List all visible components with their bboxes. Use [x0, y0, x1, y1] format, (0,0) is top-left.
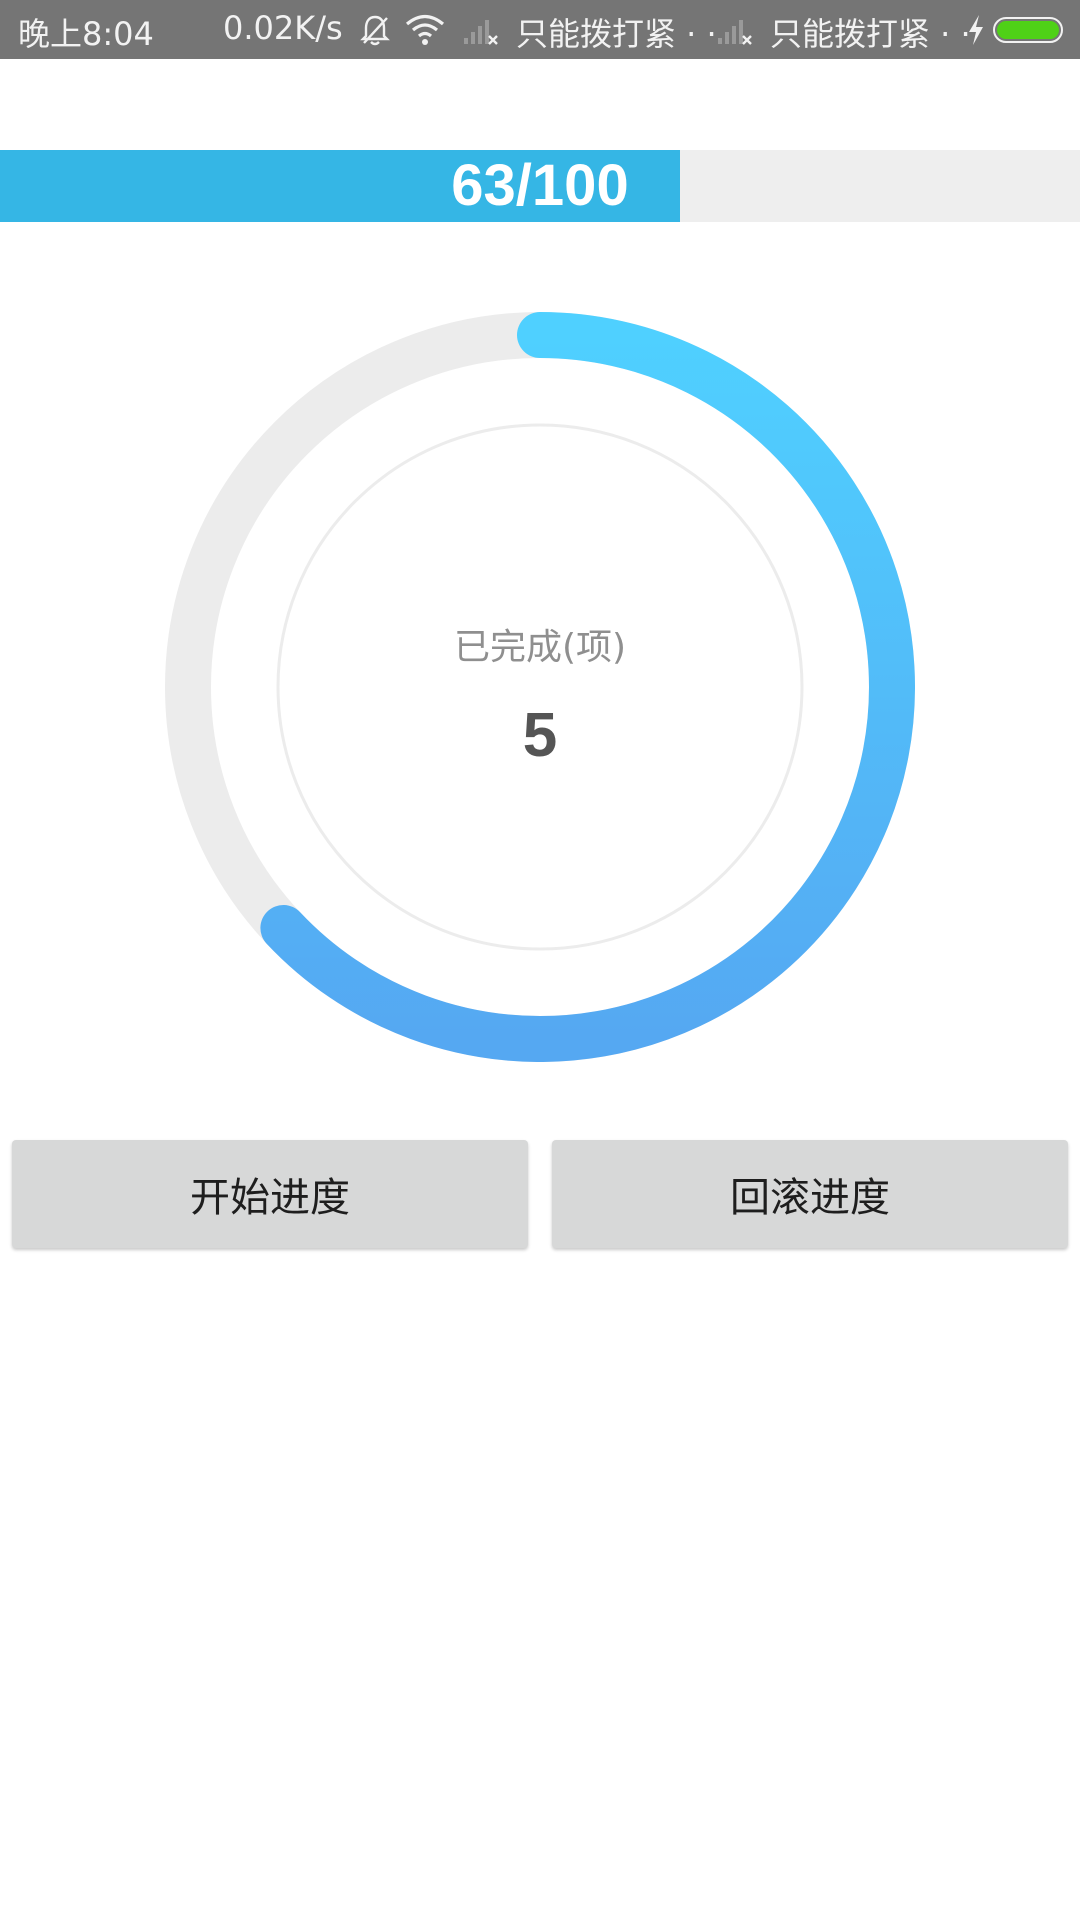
completed-label: 已完成(项)	[453, 627, 627, 668]
circular-progress	[165, 312, 915, 1062]
start-progress-button[interactable]: 开始进度	[12, 1140, 528, 1248]
signal-no-sim-icon	[718, 20, 752, 45]
status-bar: 晚上8:04 0.02K/s 只能拨打紧 · · 只能拨打紧 · ·	[0, 0, 1080, 59]
completed-count: 5	[522, 701, 558, 770]
battery-icon	[993, 17, 1063, 43]
linear-progress-text: 63/100	[451, 153, 629, 218]
carrier-1-status: 只能拨打紧 · ·	[516, 15, 717, 53]
circular-progress-inner-ring	[276, 423, 804, 951]
signal-no-sim-icon	[464, 20, 498, 45]
charging-icon	[969, 15, 983, 45]
rollback-progress-button[interactable]: 回滚进度	[552, 1140, 1068, 1248]
wifi-icon	[405, 14, 445, 45]
carrier-2-status: 只能拨打紧 · ·	[770, 15, 971, 53]
bell-off-icon	[360, 15, 390, 46]
status-time: 晚上8:04	[18, 15, 154, 53]
battery-level	[997, 21, 1059, 39]
linear-progress-bar: 63/100	[0, 150, 1080, 222]
network-speed: 0.02K/s	[223, 9, 343, 47]
